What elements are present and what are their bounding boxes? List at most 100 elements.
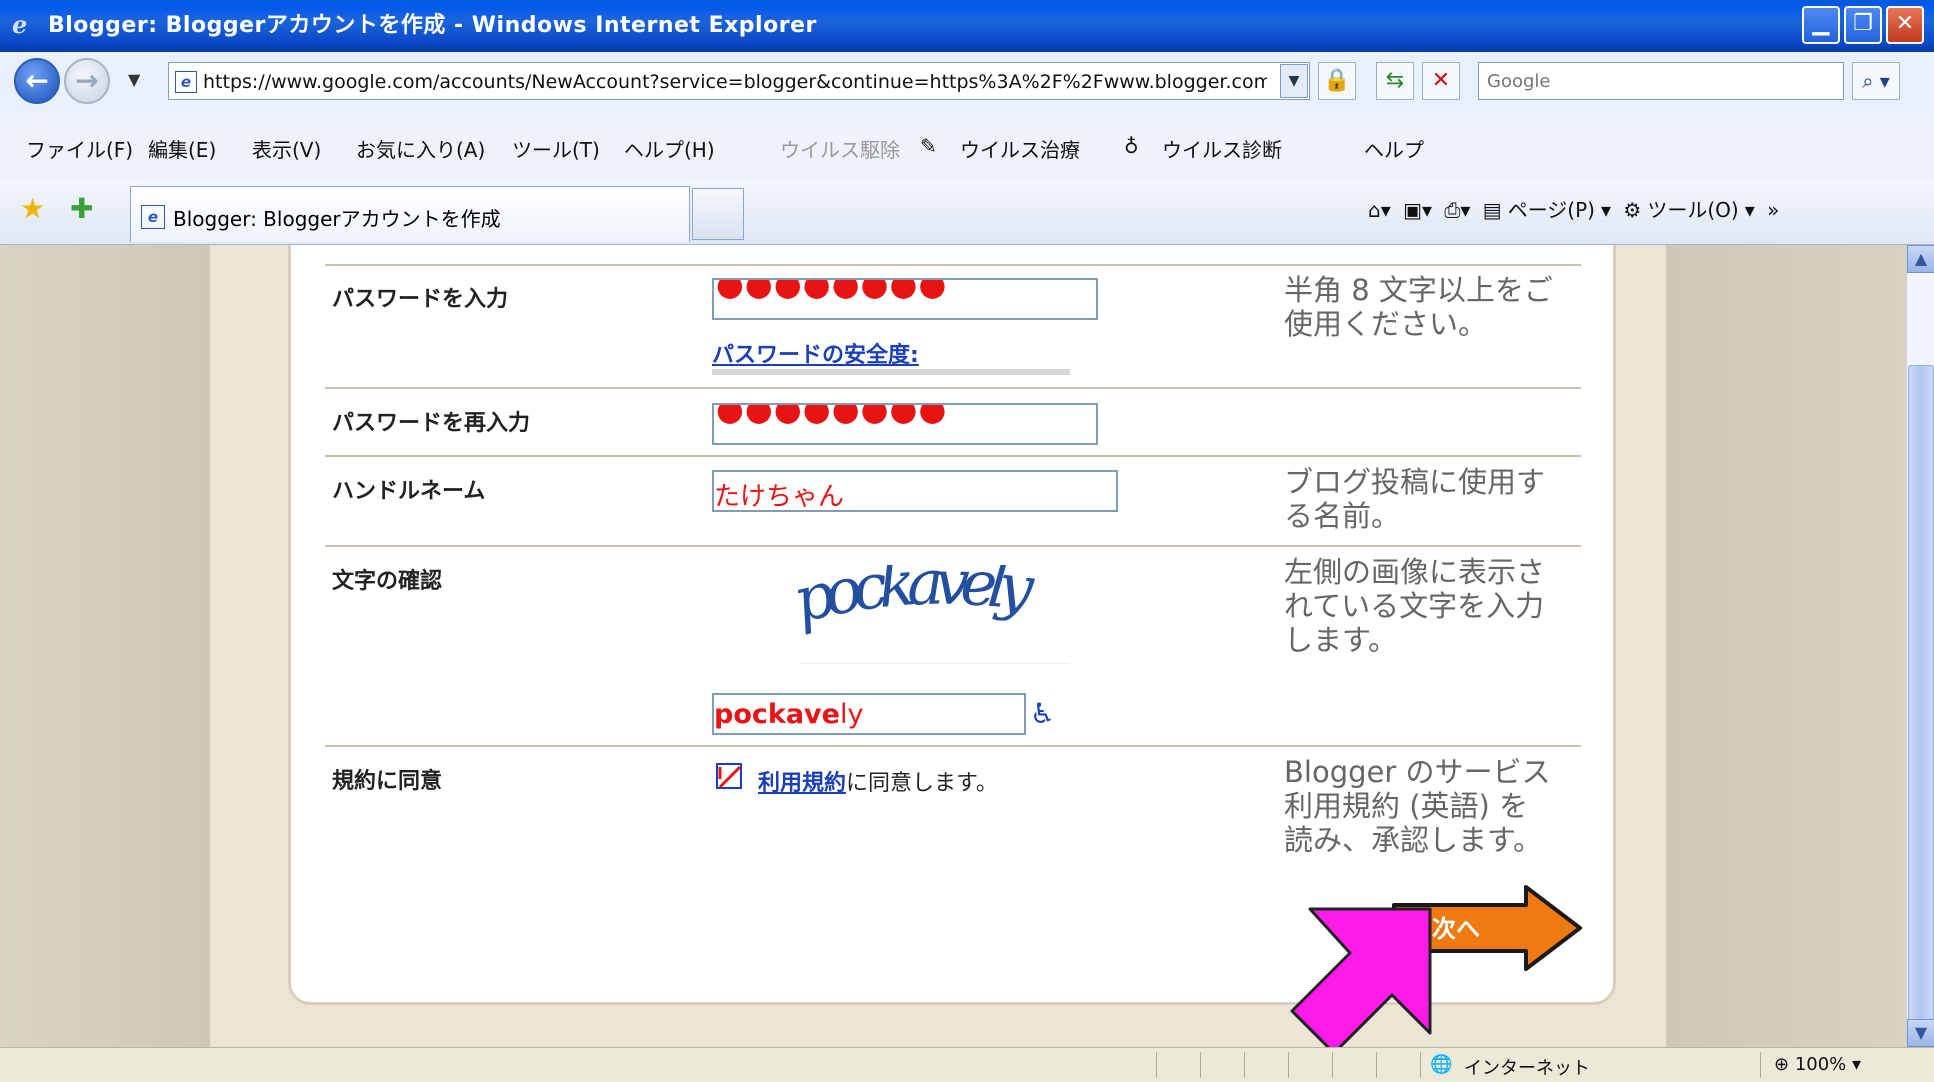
menu-favorites[interactable]: お気に入り(A) [356,134,485,163]
terms-label: 規約に同意 [332,769,443,794]
page-chevron-icon: ▾ [1600,198,1612,222]
lock-icon[interactable]: 🔒 [1318,62,1356,100]
password-input[interactable]: ●●●●●●●● [712,278,1098,320]
captcha-value-part1: pockave [714,699,840,730]
refresh-button[interactable]: ⇆ [1376,62,1414,100]
search-button[interactable]: ⌕ ▾ [1852,62,1900,100]
separator [325,745,1581,747]
terms-link[interactable]: 利用規約 [758,771,846,796]
menu-edit[interactable]: 編集(E) [148,134,216,163]
scroll-up-button[interactable]: ▲ [1907,245,1934,273]
title-bar: ℯ Blogger: Bloggerアカウントを作成 - Windows Int… [0,0,1934,52]
maximize-button[interactable]: ❐ [1844,6,1882,44]
favorites-star-icon[interactable]: ★ [20,192,45,225]
accessibility-icon[interactable]: ♿ [1030,697,1055,730]
separator [325,455,1581,457]
separator [325,264,1581,266]
password-help: 半角 8 文字以上をご使用ください。 [1284,273,1553,341]
vertical-scrollbar[interactable]: ▲ ▼ [1906,245,1934,1047]
password-strength-meter [712,369,1070,375]
search-input[interactable] [1485,63,1829,99]
status-divider [1244,1052,1245,1078]
stop-button[interactable]: ✕ [1422,62,1460,100]
password-label: パスワードを入力 [332,287,509,312]
page-menu-icon: ▤ [1482,198,1502,222]
terms-help: Blogger のサービス利用規約 (英語) を読み、承認します。 [1284,755,1551,857]
close-button[interactable]: ✕ [1886,6,1924,44]
separator [325,545,1581,547]
captcha-image: pockavely [780,545,1080,665]
status-divider [1156,1052,1157,1078]
password-confirm-dots: ●●●●●●●● [716,403,948,428]
handle-value: たけちゃん [714,482,845,512]
status-divider [1332,1052,1333,1078]
status-divider [1420,1052,1421,1078]
tab-blogger[interactable]: e Blogger: Bloggerアカウントを作成 [130,186,690,242]
page-icon: e [175,71,197,93]
window-title: Blogger: Bloggerアカウントを作成 - Windows Inter… [48,13,817,38]
tab-bar: ★ ✚ e Blogger: Bloggerアカウントを作成 ⌂▾ ▣▾ ⎙▾ … [0,180,1934,245]
page-menu-button[interactable]: ページ(P) [1508,198,1595,222]
content-viewport: パスワードを入力 ●●●●●●●● パスワードの安全度: 半角 8 文字以上をご… [0,245,1906,1047]
zoom-dropdown-icon: ▾ [1852,1054,1862,1075]
right-margin [1666,245,1906,1047]
more-chevron-icon[interactable]: » [1767,198,1779,222]
menu-file[interactable]: ファイル(F) [26,134,133,163]
status-divider [1760,1052,1761,1078]
left-margin [0,245,210,1047]
stethoscope-icon: ♁ [1124,134,1139,158]
virus-diag-button[interactable]: ウイルス診断 [1162,134,1282,163]
captcha-help: 左側の画像に表示されている文字を入力します。 [1284,555,1546,657]
globe-icon: 🌐 [1430,1054,1453,1075]
password-strength-link[interactable]: パスワードの安全度: [712,337,919,369]
menu-tools[interactable]: ツール(T) [512,134,600,163]
menu-help[interactable]: ヘルプ(H) [624,134,715,163]
help2-button[interactable]: ヘルプ [1364,134,1424,163]
captcha-input[interactable]: pockavely [712,693,1026,735]
zoom-control[interactable]: ⊕ 100% ▾ [1774,1054,1861,1075]
ie-logo-icon: ℯ [12,11,28,39]
address-dropdown-button[interactable]: ▼ [1280,64,1308,98]
minimize-button[interactable]: ▁ [1802,6,1840,44]
next-button-label: 次へ [1432,915,1480,943]
captcha-value-part2: ly [839,699,864,730]
terms-checkbox[interactable] [716,763,742,789]
handle-input[interactable]: たけちゃん [712,470,1118,512]
recent-pages-dropdown[interactable]: ▼ [128,70,140,89]
virus-remove-button[interactable]: ウイルス駆除 [780,134,900,163]
tools-chevron-icon: ▾ [1744,198,1755,222]
status-divider [1200,1052,1201,1078]
feeds-icon[interactable]: ▣▾ [1403,198,1432,222]
scroll-down-button[interactable]: ▼ [1907,1019,1934,1047]
status-bar: 🌐 インターネット ⊕ 100% ▾ [0,1047,1934,1082]
print-icon[interactable]: ⎙▾ [1444,198,1470,222]
virus-treat-icon: ✎ [920,134,937,158]
scroll-thumb[interactable] [1908,365,1934,1025]
tools-menu-button[interactable]: ツール(O) [1647,198,1738,222]
search-box[interactable] [1478,62,1844,100]
forward-button[interactable]: → [64,58,110,104]
password-confirm-input[interactable]: ●●●●●●●● [712,403,1098,445]
command-bar: ⌂▾ ▣▾ ⎙▾ ▤ ページ(P) ▾ ⚙ ツール(O) ▾ » [1368,194,1785,223]
terms-text-wrap: 利用規約に同意します。 [758,765,998,797]
pointer-arrow-annotation [1288,897,1438,1047]
captcha-divider [800,663,1070,664]
address-bar[interactable]: e https://www.google.com/accounts/NewAcc… [168,62,1310,100]
password-dots: ●●●●●●●● [716,278,948,303]
tab-page-icon: e [141,205,165,229]
password-confirm-label: パスワードを再入力 [332,411,531,436]
captcha-label: 文字の確認 [332,569,443,594]
terms-text: に同意します。 [846,771,998,796]
virus-treat-button[interactable]: ウイルス治療 [960,134,1080,163]
add-favorites-icon[interactable]: ✚ [70,192,93,225]
status-divider [1288,1052,1289,1078]
address-toolbar: ← → ▼ e https://www.google.com/accounts/… [0,52,1934,113]
new-tab-button[interactable] [692,188,744,240]
handle-label: ハンドルネーム [332,479,486,504]
handle-help: ブログ投稿に使用する名前。 [1284,465,1546,533]
home-icon[interactable]: ⌂▾ [1368,198,1391,222]
menu-view[interactable]: 表示(V) [252,134,321,163]
tools-gear-icon: ⚙ [1623,198,1642,222]
back-button[interactable]: ← [14,58,60,104]
captcha-value: pockavely [714,699,863,730]
